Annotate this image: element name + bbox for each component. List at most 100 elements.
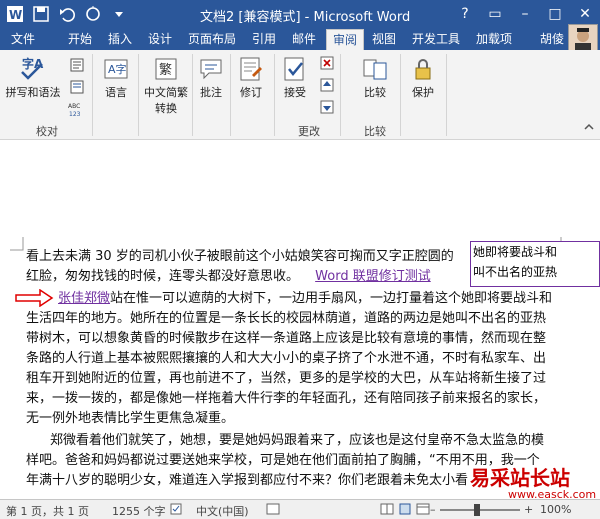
- svg-text:W: W: [9, 8, 22, 22]
- spelling-grammar-button[interactable]: 字A 拼写和语法: [4, 54, 62, 100]
- paragraph-line: 条路的人行道上基本被熙熙攘攘的人和大大小小的桌子挤了个水泄不通，不时有私家车、出: [26, 351, 547, 366]
- web-layout-icon[interactable]: [416, 503, 430, 518]
- divider: [138, 54, 139, 136]
- track-changes-button[interactable]: 修订: [234, 56, 268, 100]
- svg-text:A字: A字: [108, 62, 127, 76]
- divider: [192, 54, 193, 136]
- chinese-conversion-button[interactable]: 繁 中文简繁 转换: [142, 56, 190, 116]
- accept-icon: [284, 57, 304, 81]
- comment-button[interactable]: 批注: [196, 56, 226, 100]
- svg-text:123: 123: [69, 111, 81, 117]
- page-count[interactable]: 第 1 页，共 1 页: [6, 503, 89, 519]
- next-change-icon[interactable]: [318, 98, 336, 116]
- svg-text:ABC: ABC: [68, 103, 80, 110]
- comment-icon: [200, 59, 222, 80]
- chinese-conversion-icon: 繁: [155, 58, 177, 80]
- tab-view[interactable]: 视图: [366, 29, 402, 50]
- divider: [446, 54, 447, 136]
- divider: [230, 54, 231, 136]
- tab-layout[interactable]: 页面布局: [182, 29, 242, 50]
- bubble-line: 叫不出名的亚热: [473, 265, 558, 279]
- paragraph-line: 张佳郑微站在惟一可以遮荫的大树下，一边用手扇风，一边打量着这个她即将要战斗和: [58, 289, 552, 309]
- language-button[interactable]: A字 语言: [98, 56, 134, 100]
- paragraph-line: 无一例外地表情比学生更焦急凝重。: [26, 411, 235, 426]
- svg-text:繁: 繁: [159, 62, 172, 78]
- macro-icon[interactable]: [266, 503, 280, 518]
- comment-anchor[interactable]: Word 联盟修订测试: [315, 269, 431, 284]
- print-layout-icon[interactable]: [398, 503, 412, 518]
- read-mode-icon[interactable]: [380, 503, 394, 518]
- language-icon: A字: [104, 59, 128, 79]
- red-arrow-icon: [15, 289, 54, 307]
- tab-design[interactable]: 设计: [142, 29, 178, 50]
- tab-mailings[interactable]: 邮件: [286, 29, 322, 50]
- compare-button[interactable]: 比较: [356, 56, 394, 100]
- ribbon-tabs: 文件 开始 插入 设计 页面布局 引用 邮件 审阅 视图 开发工具 加载项 胡倰: [0, 28, 600, 50]
- paragraph-line: 带树木，可以想象黄昏的时候散步在这样一条道路上应该是比较有意境的事情，然而现在整: [26, 331, 547, 346]
- zoom-slider-thumb[interactable]: [474, 504, 480, 516]
- watermark-logo: 易采站长站: [470, 466, 570, 490]
- customize-qat-icon[interactable]: [108, 3, 130, 25]
- tab-home[interactable]: 开始: [60, 29, 100, 50]
- paragraph-line: 样吧。爸爸和妈妈都说过要送她来学校，可是她在他们面前拍了胸脯，“不用不用，我一个: [26, 453, 540, 468]
- track-changes-icon: [240, 57, 262, 81]
- paragraph-line: 看上去未满 30 岁的司机小伙子被眼前这个小姑娘笑容可掬而又字正腔圆的: [26, 249, 454, 264]
- tab-references[interactable]: 引用: [246, 29, 282, 50]
- comment-bubble[interactable]: 她即将要战斗和 叫不出名的亚热: [470, 241, 600, 287]
- zoom-slider-track[interactable]: [440, 509, 520, 511]
- divider: [274, 54, 275, 136]
- title-bar: W 文档2 [兼容模式] - Microsoft Word ? ▭ – □ ✕: [0, 0, 600, 28]
- research-icon[interactable]: [68, 56, 86, 74]
- redo-icon[interactable]: [82, 3, 104, 25]
- zoom-level[interactable]: 100%: [540, 503, 571, 516]
- bubble-line: 她即将要战斗和: [473, 245, 558, 259]
- tab-insert[interactable]: 插入: [102, 29, 138, 50]
- zoom-out-button[interactable]: –: [430, 503, 436, 516]
- user-name[interactable]: 胡倰: [540, 29, 564, 49]
- paragraph-text: 站在惟一可以遮荫的大树下，一边用手扇风，一边打量着这个她即将要战斗和: [110, 291, 553, 306]
- svg-text:字A: 字A: [22, 56, 44, 71]
- group-proofing-label: 校对: [36, 125, 58, 138]
- tab-addins[interactable]: 加载项: [470, 29, 518, 50]
- status-bar: 第 1 页，共 1 页 1255 个字 中文(中国) – + 100%: [0, 499, 600, 519]
- divider: [92, 54, 93, 136]
- window-title: 文档2 [兼容模式] - Microsoft Word: [200, 10, 411, 25]
- language-status[interactable]: 中文(中国): [196, 503, 249, 519]
- paragraph-text: 红脸，匆匆找钱的时候，连零头都没好意思收。: [26, 269, 300, 284]
- compare-icon: [363, 59, 387, 80]
- paragraph-line: 红脸，匆匆找钱的时候，连零头都没好意思收。 Word 联盟修订测试: [26, 267, 431, 287]
- tab-review[interactable]: 审阅: [326, 29, 364, 50]
- word-window: W 文档2 [兼容模式] - Microsoft Word ? ▭ – □ ✕: [0, 0, 600, 519]
- thesaurus-icon[interactable]: [68, 78, 86, 96]
- protect-button[interactable]: 保护: [406, 56, 440, 100]
- ribbon-display-button[interactable]: ▭: [480, 0, 510, 28]
- maximize-button[interactable]: □: [540, 0, 570, 28]
- paragraph-line: 来，一拨一拨的，都是像她一样拖着大件行李的年轻面孔，还有陪同孩子前来报名的家长，: [26, 391, 547, 406]
- paragraph-line: 年满十八岁的聪明少女，难道连入学报到都应付不来？你们老跟着未免太小看: [26, 473, 469, 488]
- quick-access-toolbar: W: [0, 0, 130, 28]
- help-button[interactable]: ?: [450, 0, 480, 28]
- document-area[interactable]: 看上去未满 30 岁的司机小伙子被眼前这个小姑娘笑容可掬而又字正腔圆的 红脸，匆…: [0, 141, 600, 499]
- word-count-icon[interactable]: ABC 123: [68, 100, 86, 118]
- lock-icon: [415, 59, 431, 80]
- group-compare-label: 比较: [364, 125, 386, 138]
- proofing-status-icon[interactable]: [170, 503, 184, 518]
- word-count[interactable]: 1255 个字: [112, 503, 166, 519]
- reject-icon[interactable]: [318, 54, 336, 72]
- page-corner-mark: [10, 237, 24, 251]
- tab-developer[interactable]: 开发工具: [406, 29, 466, 50]
- tab-file[interactable]: 文件: [0, 29, 46, 50]
- divider: [340, 54, 341, 136]
- paragraph-line: 生活四年的地方。她所在的位置是一条长长的校园林荫道，道路的两边是她叫不出名的亚热: [26, 311, 547, 326]
- paragraph-line: 郑微看着他们就笑了，她想，要是她妈妈跟着来了，应该也是这付皇帝不急太监急的模: [50, 433, 545, 448]
- revised-name[interactable]: 张佳郑微: [58, 291, 110, 306]
- accept-button[interactable]: 接受: [280, 56, 310, 100]
- save-icon[interactable]: [30, 3, 52, 25]
- collapse-ribbon-icon[interactable]: [580, 118, 598, 136]
- previous-change-icon[interactable]: [318, 76, 336, 94]
- minimize-button[interactable]: –: [510, 0, 540, 28]
- zoom-in-button[interactable]: +: [524, 503, 533, 516]
- word-logo-icon: W: [4, 3, 26, 25]
- undo-icon[interactable]: [56, 3, 78, 25]
- spelling-icon: 字A: [21, 56, 44, 80]
